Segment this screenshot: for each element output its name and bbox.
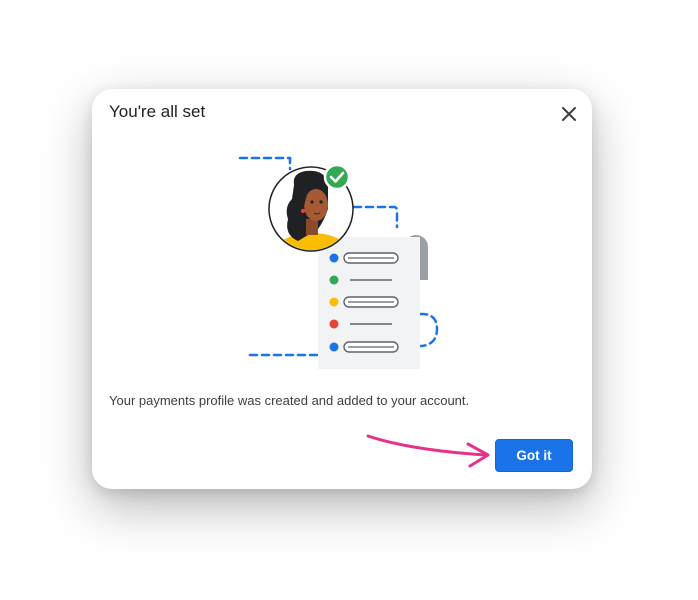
receipt-icon [318,235,428,369]
close-button[interactable] [558,103,580,125]
confirmation-dialog: You're all set Your payments profile was… [92,89,592,489]
screen: You're all set Your payments profile was… [0,0,698,600]
pointing-arrow-icon [360,428,500,478]
success-illustration [232,149,452,379]
dialog-title: You're all set [109,102,206,121]
close-icon [562,107,576,121]
dialog-message: Your payments profile was created and ad… [109,393,470,408]
got-it-button[interactable]: Got it [495,439,573,472]
